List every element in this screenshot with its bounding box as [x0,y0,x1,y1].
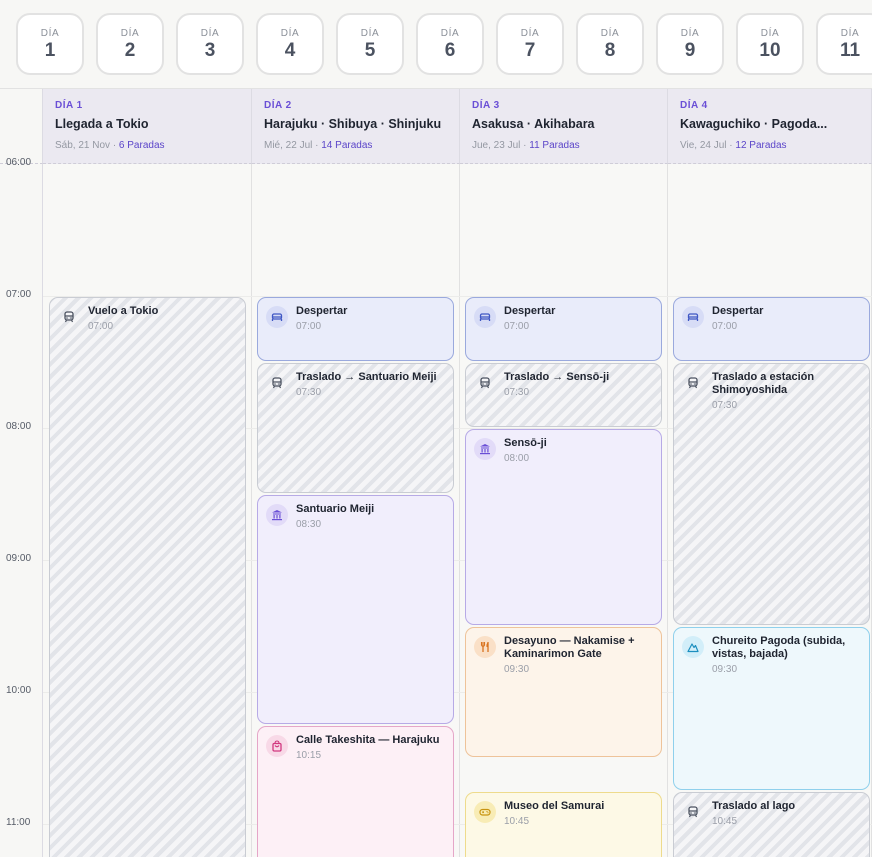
stops-count: 14 Paradas [321,140,373,151]
event-time: 07:30 [296,387,322,398]
day-chip-7[interactable]: DÍA 7 [496,13,564,75]
event-title: Despertar [504,305,556,317]
day-meta: Vie, 24 Jul · 12 Paradas [680,140,787,151]
event-time: 07:00 [296,321,322,332]
event-card-chureito-pagoda[interactable]: Chureito Pagoda (subida, vistas, bajada)… [673,627,870,790]
day-chip-2[interactable]: DÍA 2 [96,13,164,75]
bed-icon [474,306,496,328]
shopping-bag-icon [266,735,288,757]
event-title: Museo del Samurai [504,800,605,812]
day-label: DÍA 4 [680,100,708,111]
event-card-santuario-meiji[interactable]: Santuario Meiji 08:30 [257,495,454,724]
event-card-traslado-santuario-meiji[interactable]: Traslado → Santuario Meiji 07:30 [257,363,454,493]
event-card-sensoji[interactable]: Sensō-ji 08:00 [465,429,662,625]
event-card-calle-takeshita[interactable]: Calle Takeshita — Harajuku 10:15 [257,726,454,857]
event-time: 07:30 [712,400,738,411]
mountain-icon [682,636,704,658]
event-title: Traslado → Santuario Meiji [296,371,437,383]
day-chip-4[interactable]: DÍA 4 [256,13,324,75]
time-label: 09:00 [6,553,32,564]
time-label: 10:00 [6,685,32,696]
stops-count: 12 Paradas [735,140,787,151]
event-title: Traslado al lago [712,800,796,812]
day-column-header-2[interactable]: DÍA 2 Harajuku · Shibuya · Shinjuku Mié,… [252,89,460,164]
event-card-traslado-shimoyoshida[interactable]: Traslado a estación Shimoyoshida 07:30 [673,363,870,625]
event-time: 08:30 [296,519,322,530]
train-icon [474,372,496,394]
event-time: 07:00 [504,321,530,332]
time-gutter-header [0,89,43,164]
event-card-traslado-al-lago[interactable]: Traslado al lago 10:45 [673,792,870,857]
day-chip-9[interactable]: DÍA 9 [656,13,724,75]
event-time: 07:00 [88,321,114,332]
time-label: 08:00 [6,421,32,432]
itinerary-calendar: DÍA 1 DÍA 2 DÍA 3 DÍA 4 DÍA 5 DÍA 6 DÍA 7 DÍA 8 … [0,0,872,857]
time-gutter: 06:00 07:00 08:00 09:00 10:00 11:00 [0,157,43,857]
day-label: DÍA 3 [472,100,500,111]
day-meta: Mié, 22 Jul · 14 Paradas [264,140,373,151]
day-column-header-1[interactable]: DÍA 1 Llegada a Tokio Sáb, 21 Nov · 6 Pa… [43,89,252,164]
day-chip-1[interactable]: DÍA 1 [16,13,84,75]
event-time: 07:00 [712,321,738,332]
event-title: Chureito Pagoda (subida, vistas, bajada) [712,635,846,660]
day-meta: Jue, 23 Jul · 11 Paradas [472,140,580,151]
event-card-desayuno-nakamise[interactable]: Desayuno — Nakamise + Kaminarimon Gate 0… [465,627,662,757]
utensils-icon [474,636,496,658]
event-title: Sensō-ji [504,437,547,449]
bed-icon [266,306,288,328]
day-chip-8[interactable]: DÍA 8 [576,13,644,75]
day-label: DÍA 2 [264,100,292,111]
event-time: 10:45 [712,816,738,827]
event-title: Traslado → Sensō-ji [504,371,610,383]
event-time: 09:30 [712,664,738,675]
event-card-despertar[interactable]: Despertar 07:00 [673,297,870,361]
event-title: Despertar [296,305,348,317]
time-label: 07:00 [6,289,32,300]
stops-count: 11 Paradas [529,140,580,151]
day-chip-5[interactable]: DÍA 5 [336,13,404,75]
day-selector: DÍA 1 DÍA 2 DÍA 3 DÍA 4 DÍA 5 DÍA 6 DÍA 7 DÍA 8 … [0,0,872,89]
day-chip-11[interactable]: DÍA 11 [816,13,872,75]
day-column-header-3[interactable]: DÍA 3 Asakusa · Akihabara Jue, 23 Jul · … [460,89,668,164]
event-title: Vuelo a Tokio [88,305,159,317]
gamepad-icon [474,801,496,823]
event-title: Santuario Meiji [296,503,375,515]
event-time: 08:00 [504,453,530,464]
day-title: Harajuku · Shibuya · Shinjuku [264,117,442,131]
train-icon [266,372,288,394]
event-time: 10:15 [296,750,322,761]
time-label: 11:00 [6,817,31,828]
day-title: Asakusa · Akihabara [472,117,595,131]
time-label: 06:00 [6,157,32,168]
event-card-traslado-sensoji[interactable]: Traslado → Sensō-ji 07:30 [465,363,662,427]
event-title: Calle Takeshita — Harajuku [296,734,440,746]
day-chip-6[interactable]: DÍA 6 [416,13,484,75]
event-time: 07:30 [504,387,530,398]
day-chip-3[interactable]: DÍA 3 [176,13,244,75]
event-time: 10:45 [504,816,530,827]
event-title: Traslado a estación Shimoyoshida [712,371,815,396]
train-icon [58,306,80,328]
day-label: DÍA 1 [55,100,83,111]
event-card-vuelo-a-tokio[interactable]: Vuelo a Tokio 07:00 [49,297,246,857]
day-chip-10[interactable]: DÍA 10 [736,13,804,75]
event-title: Despertar [712,305,764,317]
train-icon [682,801,704,823]
train-icon [682,372,704,394]
temple-icon [266,504,288,526]
temple-icon [474,438,496,460]
stops-count: 6 Paradas [118,140,165,151]
day-meta: Sáb, 21 Nov · 6 Paradas [55,140,165,151]
day-title: Kawaguchiko · Pagoda... [680,117,828,131]
event-card-museo-del-samurai[interactable]: Museo del Samurai 10:45 [465,792,662,857]
event-card-despertar[interactable]: Despertar 07:00 [465,297,662,361]
event-time: 09:30 [504,664,530,675]
event-title: Desayuno — Nakamise + Kaminarimon Gate [504,635,635,660]
day-title: Llegada a Tokio [55,117,149,131]
event-card-despertar[interactable]: Despertar 07:00 [257,297,454,361]
bed-icon [682,306,704,328]
day-column-header-4[interactable]: DÍA 4 Kawaguchiko · Pagoda... Vie, 24 Ju… [668,89,872,164]
